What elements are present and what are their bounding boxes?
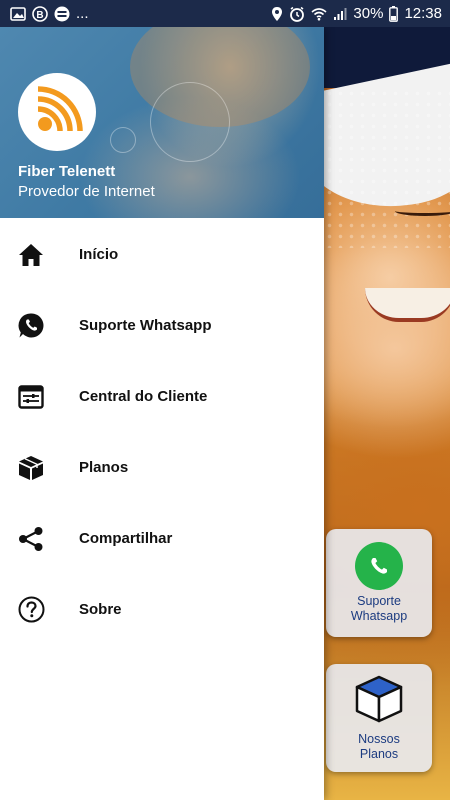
whatsapp-card-label: Suporte Whatsapp — [350, 594, 408, 623]
drawer-menu: Início Suporte Whatsapp Central do Clien… — [0, 219, 324, 645]
hero-smile-shape — [365, 288, 450, 322]
status-more: ... — [76, 5, 89, 22]
menu-item-label: Suporte Whatsapp — [79, 317, 212, 334]
hero-dot-pattern — [324, 88, 450, 248]
menu-item-compartilhar[interactable]: Compartilhar — [0, 503, 324, 574]
status-right: 30% 12:38 — [271, 5, 442, 22]
menu-item-suporte-whatsapp[interactable]: Suporte Whatsapp — [0, 290, 324, 361]
wifi-icon — [311, 7, 327, 21]
share-icon — [17, 525, 45, 553]
box-icon — [17, 454, 45, 482]
menu-item-label: Compartilhar — [79, 530, 173, 547]
location-icon — [271, 6, 283, 22]
drawer-header: Fiber Telenett Provedor de Internet — [0, 27, 324, 218]
battery-percent: 30% — [353, 5, 384, 22]
control-panel-icon — [17, 383, 45, 411]
plans-card-label: Nossos Planos — [358, 732, 400, 761]
menu-item-label: Central do Cliente — [79, 388, 208, 405]
alarm-icon — [289, 6, 305, 22]
circle-e-icon — [54, 6, 70, 22]
signal-icon — [333, 7, 347, 21]
navigation-drawer: Fiber Telenett Provedor de Internet Iníc… — [0, 27, 324, 800]
b-badge-icon: B — [32, 5, 48, 22]
provider-logo — [18, 73, 96, 151]
hero-eye-shape — [395, 206, 450, 216]
battery-icon — [389, 5, 399, 22]
header-decoration-small — [110, 127, 136, 153]
provider-subtitle: Provedor de Internet — [18, 183, 155, 200]
menu-item-planos[interactable]: Planos — [0, 432, 324, 503]
svg-text:B: B — [36, 10, 43, 21]
image-icon — [10, 6, 26, 21]
plans-card[interactable]: Nossos Planos — [326, 664, 432, 772]
menu-item-label: Planos — [79, 459, 129, 476]
menu-item-label: Sobre — [79, 601, 122, 618]
clock: 12:38 — [404, 5, 442, 22]
menu-item-central-do-cliente[interactable]: Central do Cliente — [0, 361, 324, 432]
menu-item-inicio[interactable]: Início — [0, 219, 324, 290]
status-left: B ... — [10, 5, 89, 22]
whatsapp-icon — [355, 542, 403, 590]
provider-name: Fiber Telenett — [18, 163, 116, 180]
header-decoration — [150, 82, 230, 162]
status-bar: B ... 30% 12:38 — [0, 0, 450, 27]
whatsapp-icon — [17, 312, 45, 340]
whatsapp-support-card[interactable]: Suporte Whatsapp — [326, 529, 432, 637]
help-icon — [17, 596, 45, 624]
menu-item-label: Início — [79, 246, 119, 263]
menu-item-sobre[interactable]: Sobre — [0, 574, 324, 645]
home-icon — [17, 241, 45, 269]
rss-logo-icon — [37, 86, 83, 132]
box-icon — [353, 674, 405, 728]
